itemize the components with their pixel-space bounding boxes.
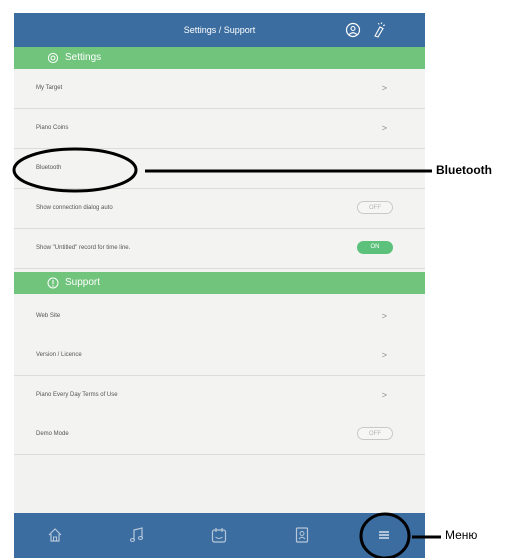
music-note-icon[interactable] (128, 525, 146, 545)
row-label: Piano Every Day Terms of Use (36, 392, 118, 398)
support-section-header: Support (14, 272, 425, 294)
row-label: Show "Untitled" record for time line. (36, 245, 131, 251)
user-icon[interactable] (345, 22, 361, 38)
row-label: Show connection dialog auto (36, 205, 113, 211)
app-window: Settings / Support Settings My Target > … (14, 13, 425, 558)
chevron-right-icon: > (381, 350, 387, 360)
row-web-site[interactable]: Web Site > (14, 297, 425, 337)
row-label: My Target (36, 85, 63, 91)
info-icon (47, 277, 59, 289)
row-version-licence[interactable]: Version / Licence > (14, 336, 425, 376)
chevron-right-icon: > (381, 123, 387, 133)
chevron-right-icon: > (381, 83, 387, 93)
row-my-target[interactable]: My Target > (14, 69, 425, 109)
row-untitled-record: Show "Untitled" record for time line. ON (14, 229, 425, 269)
row-connection-dialog: Show connection dialog auto OFF (14, 189, 425, 229)
row-label: Demo Mode (36, 431, 69, 437)
bottom-tab-bar (14, 513, 425, 558)
header-bar: Settings / Support (14, 13, 425, 47)
chevron-right-icon: > (381, 311, 387, 321)
row-demo-mode: Demo Mode OFF (14, 415, 425, 455)
support-section-label: Support (65, 277, 101, 288)
row-piano-coins[interactable]: Piano Coins > (14, 109, 425, 149)
demo-mode-toggle[interactable]: OFF (357, 427, 393, 440)
calendar-icon[interactable] (210, 525, 228, 545)
wand-icon[interactable] (370, 22, 386, 38)
row-label: Bluetooth (36, 165, 62, 171)
menu-callout-label: Меню (445, 528, 478, 542)
menu-icon[interactable] (375, 525, 393, 545)
bluetooth-callout-label: Bluetooth (436, 163, 492, 177)
row-terms-of-use[interactable]: Piano Every Day Terms of Use > (14, 376, 425, 416)
gear-icon (47, 52, 59, 64)
diary-icon[interactable] (293, 525, 311, 545)
row-label: Version / Licence (36, 352, 82, 358)
settings-section-label: Settings (65, 52, 102, 63)
row-bluetooth[interactable]: Bluetooth (14, 149, 425, 189)
chevron-right-icon: > (381, 390, 387, 400)
row-label: Piano Coins (36, 125, 69, 131)
row-label: Web Site (36, 313, 61, 319)
settings-section-header: Settings (14, 47, 425, 69)
home-icon[interactable] (46, 525, 64, 545)
untitled-record-toggle[interactable]: ON (357, 241, 393, 254)
page-title: Settings / Support (183, 25, 256, 35)
connection-dialog-toggle[interactable]: OFF (357, 201, 393, 214)
